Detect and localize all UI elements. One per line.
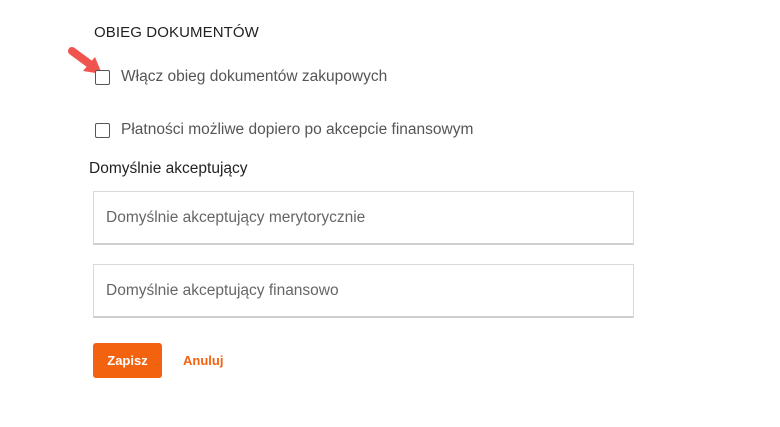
cancel-link[interactable]: Anuluj [183,353,223,368]
financial-approver-field[interactable] [93,264,634,318]
option-enable-workflow[interactable]: Włącz obieg dokumentów zakupowych [95,68,387,86]
option-payment-after-approval[interactable]: Płatności możliwe dopiero po akcepcie fi… [95,121,473,139]
payment-after-approval-label[interactable]: Płatności możliwe dopiero po akcepcie fi… [121,121,473,139]
payment-after-approval-checkbox[interactable] [95,122,110,138]
save-button[interactable]: Zapisz [93,343,162,378]
enable-workflow-checkbox[interactable] [95,69,110,85]
enable-workflow-label[interactable]: Włącz obieg dokumentów zakupowych [121,68,387,86]
default-approvers-heading: Domyślnie akceptujący [89,160,248,177]
substantive-approver-field[interactable] [93,191,634,245]
section-title: OBIEG DOKUMENTÓW [94,24,259,41]
